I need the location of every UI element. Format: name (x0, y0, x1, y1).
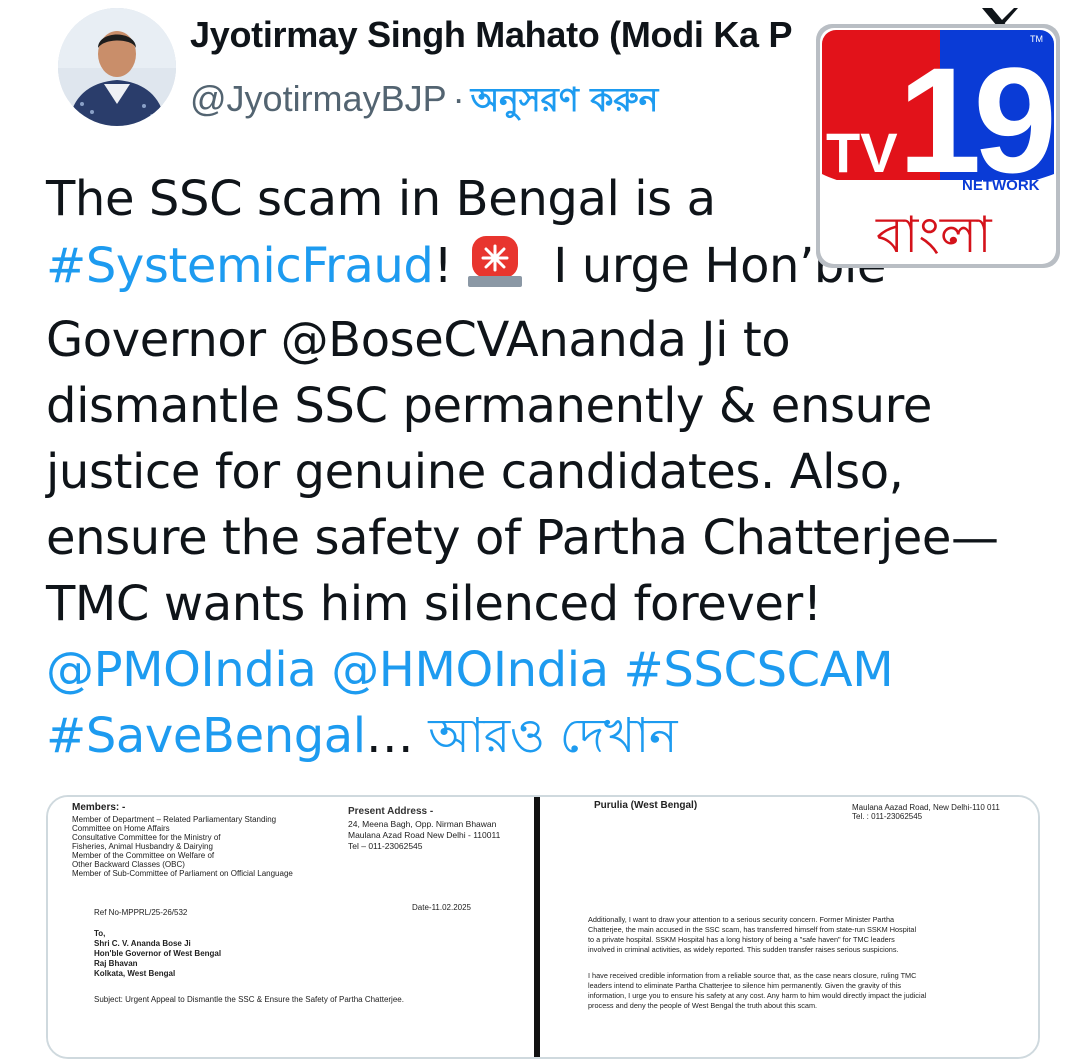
reference-number: Ref No-MPPRL/25-26/532 (94, 908, 188, 917)
hashtag-systemicfraud[interactable]: #SystemicFraud (46, 238, 434, 294)
tweet-line: justice for genuine candidates. Also, (46, 439, 1036, 505)
recipient-line: Shri C. V. Ananda Bose Ji (94, 939, 191, 948)
author-handle-row: @JyotirmayBJP · অনুসরণ করুন (190, 74, 658, 130)
mentions-line[interactable]: @PMOIndia @HMOIndia #SSCSCAM (46, 637, 1036, 703)
avatar-portrait-icon (58, 8, 176, 126)
recipient-line: Raj Bhavan (94, 959, 138, 968)
page2-location: Purulia (West Bengal) (594, 800, 698, 811)
tweet-line: Governor @BoseCVAnanda Ji to (46, 307, 1036, 373)
recipient-block: To, Shri C. V. Ananda Bose Ji Hon'ble Go… (94, 929, 221, 979)
members-line: Fisheries, Animal Husbandry & Dairying (72, 842, 213, 851)
recipient-line: To, (94, 929, 106, 938)
members-line: Member of Sub-Committee of Parliament on… (72, 869, 293, 878)
letter-page-2-image[interactable]: Purulia (West Bengal) Maulana Aazad Road… (540, 797, 1038, 1057)
logo-trademark: TM (1030, 34, 1043, 44)
members-line: Consultative Committee for the Ministry … (72, 833, 221, 842)
tweet-text-segment: ! (433, 238, 453, 294)
page2-address-line: Tel. : 011-23062545 (852, 812, 923, 821)
recipient-line: Hon'ble Governor of West Bengal (94, 949, 222, 958)
tweet-line: TMC wants him silenced forever! (46, 571, 1036, 637)
address-title: Present Address - (348, 806, 434, 817)
tweet-text-segment: Governor @BoseCVAnanda Ji to (46, 312, 791, 368)
tweet-line: #SaveBengal… আরও দেখান (46, 703, 1036, 769)
address-line: 24, Meena Bagh, Opp. Nirman Bhawan (348, 819, 497, 829)
paragraph-line: involved in criminal activities, as wide… (588, 945, 899, 954)
show-more-link[interactable]: আরও দেখান (428, 708, 677, 764)
author-display-name[interactable]: Jyotirmay Singh Mahato (Modi Ka P (190, 14, 792, 56)
follow-button[interactable]: অনুসরণ করুন (471, 80, 659, 119)
address-line: Tel – 011-23062545 (348, 841, 423, 851)
tweet-line: ensure the safety of Partha Chatterjee— (46, 505, 1036, 571)
paragraph-line: Chatterjee, the main accused in the SSC … (588, 925, 917, 934)
tweet-text-segment: justice for genuine candidates. Also, (46, 444, 904, 500)
members-line: Member of Department – Related Parliamen… (72, 815, 277, 824)
paragraph-line: information, I urge you to ensure his sa… (588, 991, 927, 1000)
separator-dot: · (452, 78, 465, 119)
tweet-text-segment: ensure the safety of Partha Chatterjee— (46, 510, 999, 566)
page2-paragraph-1: Additionally, I want to draw your attent… (588, 915, 1018, 955)
logo-language-text: বাংলা (875, 206, 993, 264)
address-line: Maulana Azad Road New Delhi - 110011 (348, 830, 501, 840)
tweet-text-segment: TMC wants him silenced forever! (46, 576, 822, 632)
members-line: Committee on Home Affairs (72, 824, 170, 833)
mentions-and-hashtags[interactable]: @PMOIndia @HMOIndia #SSCSCAM (46, 642, 894, 698)
members-line: Other Backward Classes (OBC) (72, 860, 185, 869)
members-title: Members: - (72, 802, 126, 813)
author-handle[interactable]: @JyotirmayBJP (190, 78, 447, 119)
paragraph-line: to a private hospital. SSKM Hospital has… (588, 935, 895, 944)
paragraph-line: Additionally, I want to draw your attent… (588, 915, 895, 924)
paragraph-line: I have received credible information fro… (588, 971, 917, 980)
siren-emoji-icon (466, 232, 524, 307)
members-line: Member of the Committee on Welfare of (72, 851, 215, 860)
paragraph-line: leaders intend to eliminate Partha Chatt… (588, 981, 901, 990)
recipient-line: Kolkata, West Bengal (94, 969, 176, 978)
tv19-bangla-logo: TV 19 TM NETWORK বাংলা (816, 24, 1060, 268)
profile-avatar[interactable] (58, 8, 176, 126)
members-list: Member of Department – Related Parliamen… (72, 815, 302, 878)
ellipsis: … (365, 708, 429, 764)
page2-address: Maulana Aazad Road, New Delhi-110 011 Te… (852, 803, 1000, 821)
letter-subject: Subject: Urgent Appeal to Dismantle the … (94, 995, 404, 1004)
tweet-media[interactable]: Members: - Member of Department – Relate… (46, 795, 1040, 1059)
tweet-text-segment: The SSC scam in Bengal is a (46, 171, 716, 227)
page2-paragraph-2: I have received credible information fro… (588, 971, 1018, 1011)
page2-address-line: Maulana Aazad Road, New Delhi-110 011 (852, 803, 1000, 812)
paragraph-line: process and deny the people of West Beng… (588, 1001, 818, 1010)
address-block: 24, Meena Bagh, Opp. Nirman Bhawan Maula… (348, 819, 500, 852)
hashtag-savebengal[interactable]: #SaveBengal (46, 708, 366, 764)
tweet-line: dismantle SSC permanently & ensure (46, 373, 1036, 439)
letter-page-1-image[interactable]: Members: - Member of Department – Relate… (48, 797, 532, 1057)
tweet-text-segment: dismantle SSC permanently & ensure (46, 378, 933, 434)
logo-network-text: NETWORK (962, 177, 1040, 194)
letter-date: Date-11.02.2025 (412, 903, 472, 912)
logo-brand-text: TV (826, 121, 898, 184)
